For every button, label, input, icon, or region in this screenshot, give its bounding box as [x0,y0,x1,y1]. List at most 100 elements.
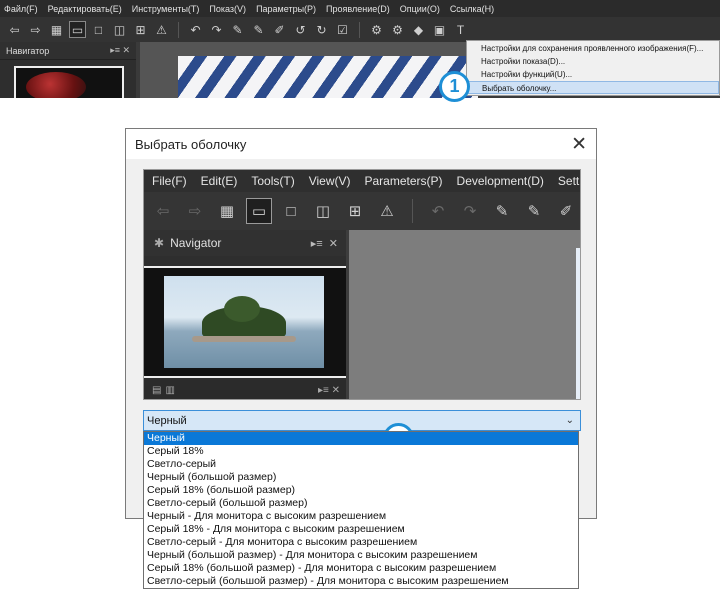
rotate-right-icon[interactable]: ↻ [313,21,330,38]
chevron-down-icon[interactable]: ⌄ [566,415,574,426]
menu-file[interactable]: Файл(F) [4,4,38,14]
preview-thumbnail-frame [144,266,346,378]
skin-option[interactable]: Черный (большой размер) - Для монитора с… [144,549,578,562]
toolbar-separator [359,21,360,38]
pin-icon: ✱ [154,236,165,250]
navigator-panel: Навигатор ▸≡ ✕ [0,42,136,98]
single-view-icon[interactable]: □ [90,21,107,38]
warning-icon[interactable]: ⚠ [153,21,170,38]
skin-option[interactable]: Светло-серый [144,458,578,471]
preview-menu-tools: Tools(T) [251,174,295,188]
close-icon[interactable]: ✕ [571,133,587,156]
menu-item-function-settings[interactable]: Настройки функций(U)... [467,68,719,81]
brush-icon: ✐ [559,203,573,220]
menu-parameters[interactable]: Параметры(P) [256,4,316,14]
skin-option[interactable]: Серый 18% (большой размер) [144,484,578,497]
preview-menu-development: Development(D) [456,174,544,188]
menu-view[interactable]: Показ(V) [209,4,246,14]
toolbar-separator [412,199,413,223]
undo-icon: ↶ [431,203,445,220]
navigator-thumbnail [14,66,124,98]
skin-options-list: Черный Серый 18% Светло-серый Черный (бо… [143,431,579,589]
preview-canvas [349,230,580,399]
skin-select-value: Черный [147,414,187,427]
preview-menu-view: View(V) [308,174,351,188]
preview-menu-parameters: Parameters(P) [364,174,443,188]
preview-menu-file: File(F) [152,174,187,188]
toolbar-separator [178,21,179,38]
skin-option[interactable]: Светло-серый (большой размер) - Для мони… [144,575,578,588]
stamp-icon[interactable]: ⚙ [368,21,385,38]
menu-options[interactable]: Опции(O) [400,4,440,14]
quad-view-icon: ⊞ [348,203,362,220]
context-menu: Настройки для сохранения проявленного из… [466,40,720,96]
menu-help[interactable]: Ссылка(H) [450,4,494,14]
skin-preview: File(F) Edit(E) Tools(T) View(V) Paramet… [143,169,581,400]
skin-option[interactable]: Черный [144,432,578,445]
picker-alt-icon: ✎ [527,203,541,220]
skin-option[interactable]: Серый 18% - Для монитора с высоким разре… [144,523,578,536]
prev-icon: ⇦ [156,203,170,220]
preview-thumbnail-image [164,276,324,368]
preview-menu-edit: Edit(E) [200,174,238,188]
single-view-icon: □ [286,202,296,220]
preview-navigator-panel: ✱ Navigator ▸≡ ✕ ▤ ▥ ▸≡ ✕ [144,230,346,399]
skin-option[interactable]: Серый 18% [144,445,578,458]
navigator-header: Навигатор ▸≡ ✕ [0,42,136,60]
quad-view-icon[interactable]: ⊞ [132,21,149,38]
menu-development[interactable]: Проявление(D) [326,4,390,14]
eraser-icon[interactable]: ◆ [410,21,427,38]
menu-tools[interactable]: Инструменты(T) [132,4,200,14]
skin-option[interactable]: Черный (большой размер) [144,471,578,484]
filmstrip-view-icon[interactable]: ▭ [69,21,86,38]
menu-edit[interactable]: Редактировать(E) [48,4,122,14]
preview-panel-footer: ▤ ▥ ▸≡ ✕ [144,380,346,399]
compare-view-icon[interactable]: ◫ [111,21,128,38]
next-icon: ⇨ [188,203,202,220]
image-canvas [140,42,478,98]
redo-icon: ↷ [463,203,477,220]
list-icon: ▥ [165,385,175,396]
preview-navigator-title: Navigator [170,236,222,250]
filmstrip-view-icon: ▭ [246,198,272,224]
skin-option[interactable]: Светло-серый (большой размер) [144,497,578,510]
skin-select[interactable]: Черный ⌄ [143,410,581,431]
picker-icon[interactable]: ✎ [229,21,246,38]
picker-alt-icon[interactable]: ✎ [250,21,267,38]
rotate-left-icon[interactable]: ↺ [292,21,309,38]
checkbox-icon[interactable]: ☑ [334,21,351,38]
step-badge-1: 1 [439,71,470,102]
folder-icon: ▤ [152,385,162,396]
warning-icon: ⚠ [380,203,394,220]
compare-view-icon: ◫ [315,203,331,220]
panel-menu-icon: ▸≡ ✕ [317,385,340,396]
text-tool-icon[interactable]: T [452,21,469,38]
monitor-icon[interactable]: ▣ [431,21,448,38]
skin-option[interactable]: Черный - Для монитора с высоким разрешен… [144,510,578,523]
menu-item-choose-skin[interactable]: Выбрать оболочку... [467,81,719,94]
grid-view-icon: ▦ [219,203,235,220]
menu-item-display-settings[interactable]: Настройки показа(D)... [467,55,719,68]
skin-option[interactable]: Серый 18% (большой размер) - Для монитор… [144,562,578,575]
menu-bar: Файл(F) Редактировать(E) Инструменты(T) … [0,0,720,17]
panel-menu-icon[interactable]: ▸≡ ✕ [110,45,130,56]
dialog-title-bar: Выбрать оболочку [126,129,596,159]
picker-icon: ✎ [495,203,509,220]
undo-icon[interactable]: ↶ [187,21,204,38]
menu-item-save-settings[interactable]: Настройки для сохранения проявленного из… [467,42,719,55]
toolbar: ⇦ ⇨ ▦ ▭ □ ◫ ⊞ ⚠ ↶ ↷ ✎ ✎ ✐ ↺ ↻ ☑ ⚙ ⚙ ◆ ▣ … [0,17,720,42]
redo-icon[interactable]: ↷ [208,21,225,38]
grid-view-icon[interactable]: ▦ [48,21,65,38]
brush-icon[interactable]: ✐ [271,21,288,38]
preview-navigator-header: ✱ Navigator ▸≡ ✕ [144,230,346,256]
next-icon[interactable]: ⇨ [27,21,44,38]
app-window-strip: Файл(F) Редактировать(E) Инструменты(T) … [0,0,720,98]
panel-menu-icon: ▸≡ ✕ [310,237,338,250]
prev-icon[interactable]: ⇦ [6,21,23,38]
preview-toolbar: ⇦ ⇨ ▦ ▭ □ ◫ ⊞ ⚠ ↶ ↷ ✎ ✎ ✐ [144,192,580,230]
stamp-alt-icon[interactable]: ⚙ [389,21,406,38]
skin-option[interactable]: Светло-серый - Для монитора с высоким ра… [144,536,578,549]
preview-menu-settings: Setti [557,174,581,188]
navigator-title: Навигатор [6,45,50,56]
preview-menu-bar: File(F) Edit(E) Tools(T) View(V) Paramet… [144,170,580,192]
